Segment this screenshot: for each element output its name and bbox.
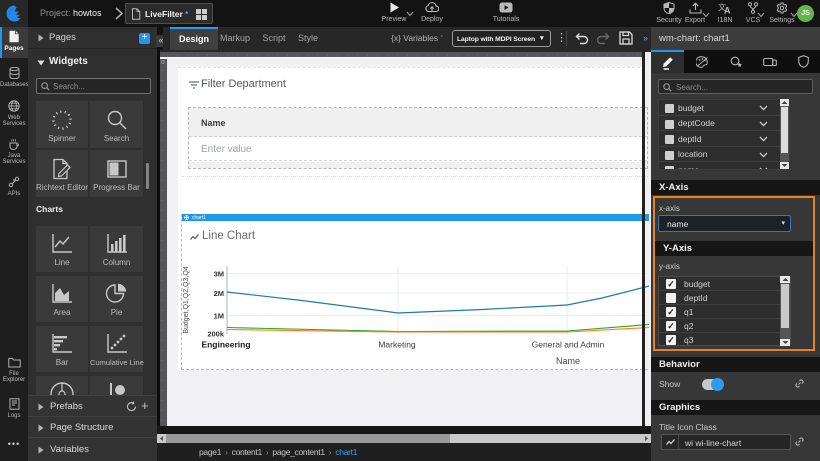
svg-text:3M: 3M [214, 270, 224, 279]
svg-text:Budget,Q1,Q2,Q3,Q4: Budget,Q1,Q2,Q3,Q4 [183, 266, 190, 333]
svg-text:Name: Name [556, 356, 580, 366]
svg-text:2M: 2M [214, 289, 224, 298]
svg-text:Engineering: Engineering [201, 340, 250, 350]
svg-text:A: A [724, 6, 731, 15]
svg-text:Marketing: Marketing [378, 340, 416, 350]
svg-text:1M: 1M [214, 312, 224, 321]
svg-text:200k: 200k [207, 330, 225, 339]
svg-text:General and Admin: General and Admin [532, 340, 605, 350]
